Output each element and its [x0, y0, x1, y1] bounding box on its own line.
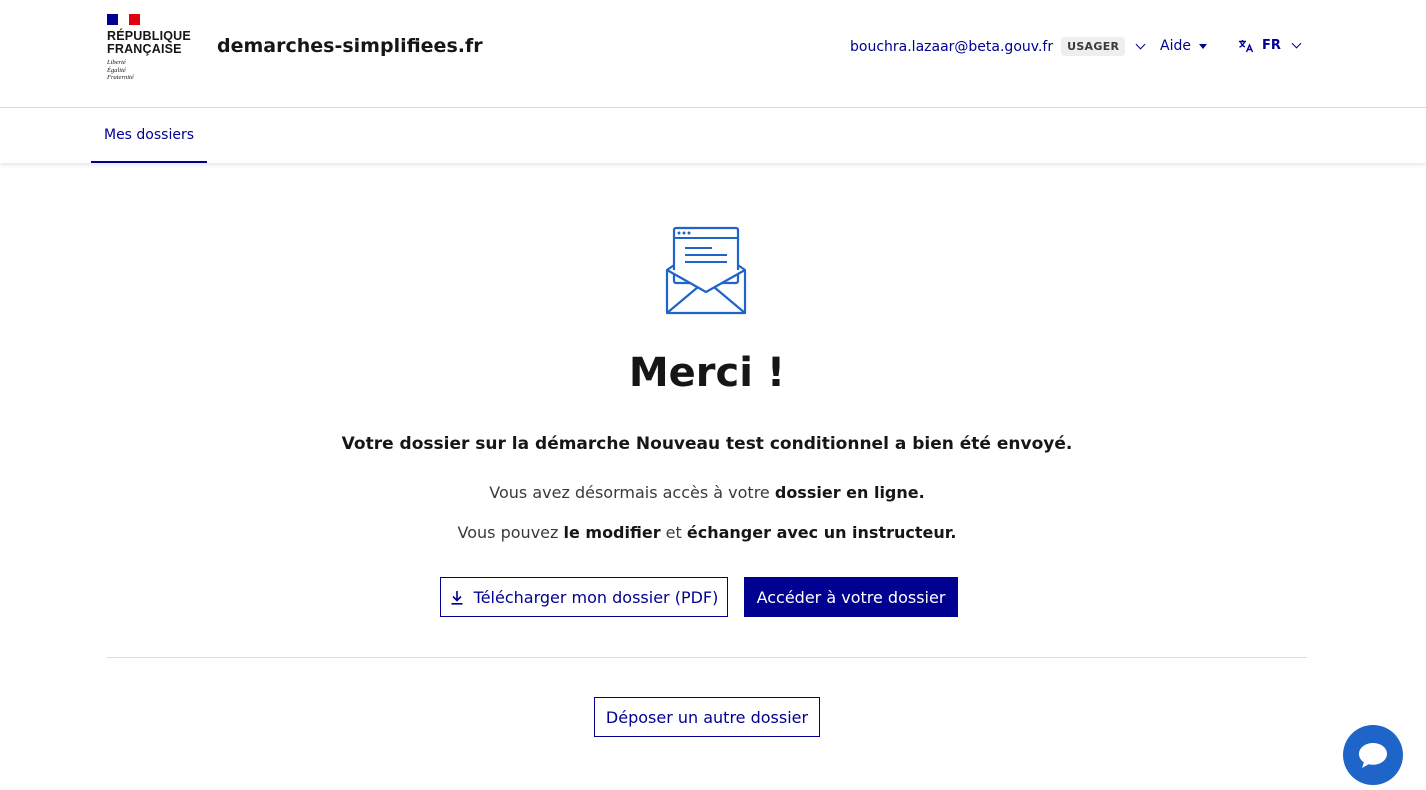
modify-strong-1: le modifier: [563, 523, 661, 542]
modify-text: Vous pouvez le modifier et échanger avec…: [0, 523, 1414, 542]
chevron-down-icon: [1135, 39, 1146, 50]
republique-francaise-logo[interactable]: RÉPUBLIQUE FRANÇAISE Liberté Égalité Fra…: [107, 14, 197, 86]
logo-motto-egalite: Égalité: [107, 66, 126, 74]
page-title: Merci !: [628, 350, 786, 396]
language-label: FR: [1262, 38, 1281, 53]
envelope-icon: [665, 226, 747, 315]
download-pdf-label: Télécharger mon dossier (PDF): [473, 587, 719, 607]
modify-mid: et: [660, 523, 687, 542]
caret-down-icon: [1198, 44, 1207, 49]
help-label: Aide: [1160, 38, 1191, 54]
access-strong: dossier en ligne.: [774, 483, 925, 502]
user-account-menu[interactable]: bouchra.lazaar@beta.gouv.fr USAGER: [850, 37, 1146, 56]
modify-strong-2: échanger avec un instructeur.: [686, 523, 957, 542]
new-dossier-button[interactable]: Déposer un autre dossier: [594, 697, 820, 737]
user-role-badge: USAGER: [1061, 37, 1126, 56]
logo-line2: FRANÇAISE: [107, 42, 182, 56]
site-title[interactable]: demarches-simplifiees.fr: [217, 35, 483, 57]
language-selector[interactable]: FR: [1238, 38, 1302, 53]
access-dossier-button[interactable]: Accéder à votre dossier: [744, 577, 958, 617]
section-divider: [107, 657, 1307, 658]
user-email: bouchra.lazaar@beta.gouv.fr: [850, 38, 1054, 55]
chat-bubble-icon: [1359, 743, 1387, 768]
logo-motto-liberte: Liberté: [107, 59, 126, 66]
confirmation-message: Votre dossier sur la démarche Nouveau te…: [341, 434, 1073, 454]
chevron-down-icon: [1291, 38, 1302, 49]
chat-support-button[interactable]: [1343, 725, 1403, 785]
help-menu[interactable]: Aide: [1160, 38, 1207, 54]
logo-motto-fraternite: Fraternité: [107, 74, 134, 81]
access-prefix: Vous avez désormais accès à votre: [489, 483, 775, 502]
modify-prefix: Vous pouvez: [457, 523, 564, 542]
download-pdf-button[interactable]: Télécharger mon dossier (PDF): [440, 577, 728, 617]
download-icon: [451, 590, 463, 605]
nav-item-mes-dossiers[interactable]: Mes dossiers: [91, 108, 207, 163]
french-flag-icon: [107, 14, 140, 25]
online-access-text: Vous avez désormais accès à votre dossie…: [0, 483, 1414, 502]
translate-icon: [1239, 39, 1254, 52]
main-navigation: Mes dossiers: [0, 108, 1426, 163]
site-header: RÉPUBLIQUE FRANÇAISE Liberté Égalité Fra…: [0, 0, 1426, 108]
